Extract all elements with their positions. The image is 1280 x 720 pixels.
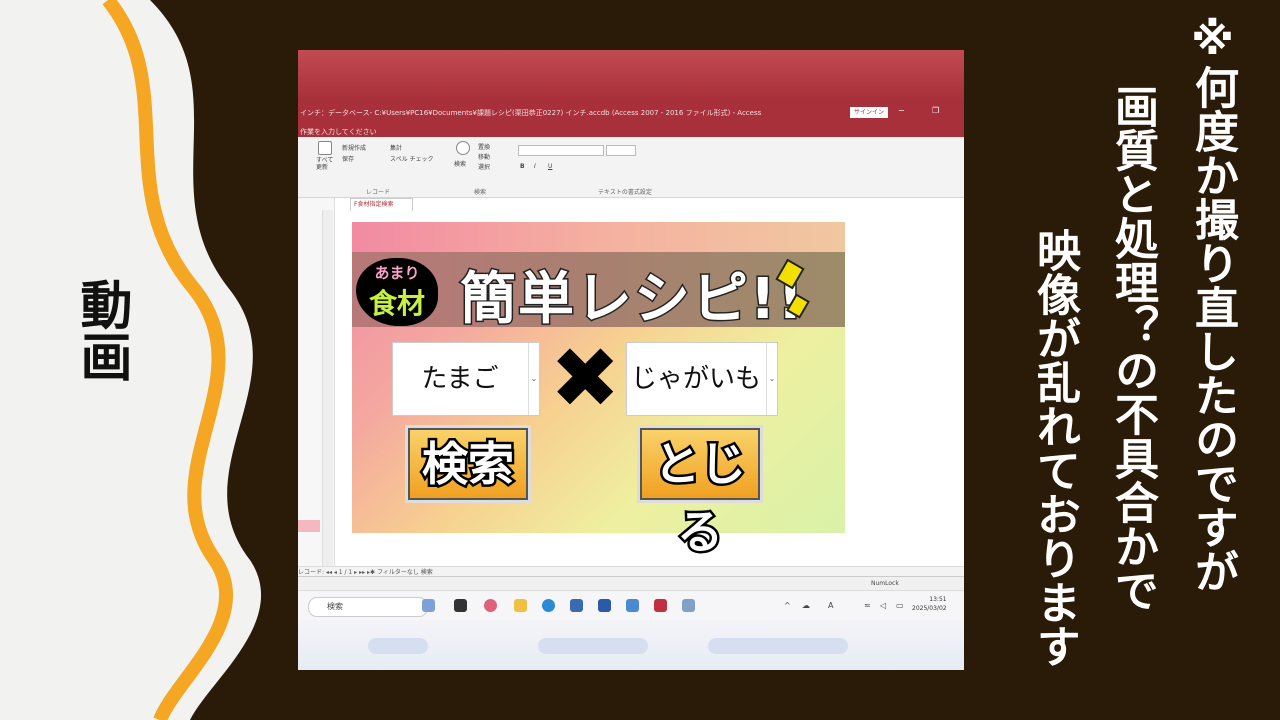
underline-button[interactable]: U <box>548 163 552 170</box>
restore-icon[interactable]: ❐ <box>932 106 939 115</box>
group-find: 検索 <box>474 189 487 196</box>
search-button[interactable]: 検索 <box>408 428 528 500</box>
tab-form[interactable]: F食材指定検索 <box>350 198 413 211</box>
recipe-search-form: あまり 食材 簡単レシピ!! たまご ⌄ ✖ じゃがいも ⌄ 検索 とじる <box>352 222 845 562</box>
app-icon[interactable] <box>626 599 639 612</box>
ingredient-combo-2[interactable]: じゃがいも ⌄ <box>626 342 778 416</box>
clock-time: 13:51 <box>929 596 947 603</box>
new-record-button[interactable]: 新規作成 <box>342 143 366 152</box>
navigation-pane <box>298 198 335 576</box>
volume-icon[interactable]: ◁ <box>880 601 886 610</box>
search-icon[interactable] <box>456 141 470 155</box>
caption-line-2: 画質と処理？の不具合かで <box>1107 84 1158 612</box>
tray-chevron-icon[interactable]: ^ <box>784 601 791 610</box>
title-bar: インチ：データベース- C:¥Users¥PC16¥Documents¥課題レシ… <box>298 50 964 137</box>
group-record: レコード <box>366 189 391 196</box>
italic-button[interactable]: I <box>534 163 536 170</box>
task-view-icon[interactable] <box>454 599 467 612</box>
snipping-icon[interactable] <box>682 599 695 612</box>
store-icon[interactable] <box>570 599 583 612</box>
cross-icon: ✖ <box>550 329 621 427</box>
find-button[interactable]: 検索 <box>454 159 466 168</box>
caption-line-3: 映像が乱れております <box>1029 228 1080 668</box>
form-title: 簡単レシピ!! <box>458 266 806 334</box>
font-size-select[interactable] <box>606 145 636 156</box>
video-label: 動画 <box>71 278 131 382</box>
battery-icon[interactable]: ▭ <box>896 601 904 610</box>
replace-button[interactable]: 置換 <box>478 142 490 151</box>
access-icon[interactable] <box>654 599 667 612</box>
nav-scrollbar[interactable] <box>322 210 333 570</box>
window-title: インチ：データベース- C:¥Users¥PC16¥Documents¥課題レシ… <box>300 109 762 117</box>
clock-date: 2025/03/02 <box>912 605 947 612</box>
select-button[interactable]: 選択 <box>478 162 490 171</box>
font-name-select[interactable] <box>518 145 604 156</box>
ime-icon[interactable]: A <box>828 601 833 610</box>
taskbar-clock[interactable]: 13:51 2025/03/02 <box>912 595 947 613</box>
spelling-button[interactable]: スペル チェック <box>390 154 434 163</box>
bold-button[interactable]: B <box>520 163 525 170</box>
chevron-down-icon[interactable]: ⌄ <box>528 343 539 415</box>
access-screenshot: インチ：データベース- C:¥Users¥PC16¥Documents¥課題レシ… <box>298 50 964 670</box>
save-record-button[interactable]: 保存 <box>342 154 354 163</box>
signin-button[interactable]: サインイン <box>850 107 888 118</box>
badge-big-text: 食材 <box>368 287 425 320</box>
combo-2-value: じゃがいも <box>630 364 761 394</box>
goto-button[interactable]: 移動 <box>478 152 490 161</box>
copilot-icon[interactable] <box>484 599 497 612</box>
wifi-icon[interactable]: ≈ <box>864 601 871 610</box>
combo-1-value: たまご <box>421 364 499 394</box>
tell-me-box[interactable]: 作業を入力してください <box>300 127 377 137</box>
taskbar: 検索 ^ ☁ A ≈ ◁ ▭ 13:51 2025/03/02 <box>298 590 964 621</box>
totals-button[interactable]: 集計 <box>390 143 402 152</box>
explorer-icon[interactable] <box>514 599 527 612</box>
numlock-indicator: NumLock <box>871 580 899 587</box>
blurred-region <box>298 620 964 670</box>
taskbar-search[interactable]: 検索 <box>308 597 428 617</box>
refresh-icon[interactable] <box>318 141 332 155</box>
status-bar: NumLock <box>298 576 964 591</box>
widgets-icon[interactable] <box>422 599 435 612</box>
minimize-icon[interactable]: − <box>898 106 905 115</box>
group-text-format: テキストの書式設定 <box>598 189 652 196</box>
app-icon[interactable] <box>598 599 611 612</box>
close-button[interactable]: とじる <box>640 428 760 562</box>
chevron-down-icon[interactable]: ⌄ <box>766 343 777 415</box>
caption-line-1: ※何度か撮り直したのですが <box>1187 14 1238 593</box>
ingredient-combo-1[interactable]: たまご ⌄ <box>392 342 540 416</box>
ribbon: すべて更新 新規作成 保存 集計 スペル チェック レコード 検索 置換 移動 … <box>298 137 964 198</box>
refresh-all-button[interactable]: すべて更新 <box>316 157 336 171</box>
edge-icon[interactable] <box>542 599 555 612</box>
badge-small-text: あまり <box>374 264 420 282</box>
tray-icon[interactable]: ☁ <box>802 601 810 610</box>
